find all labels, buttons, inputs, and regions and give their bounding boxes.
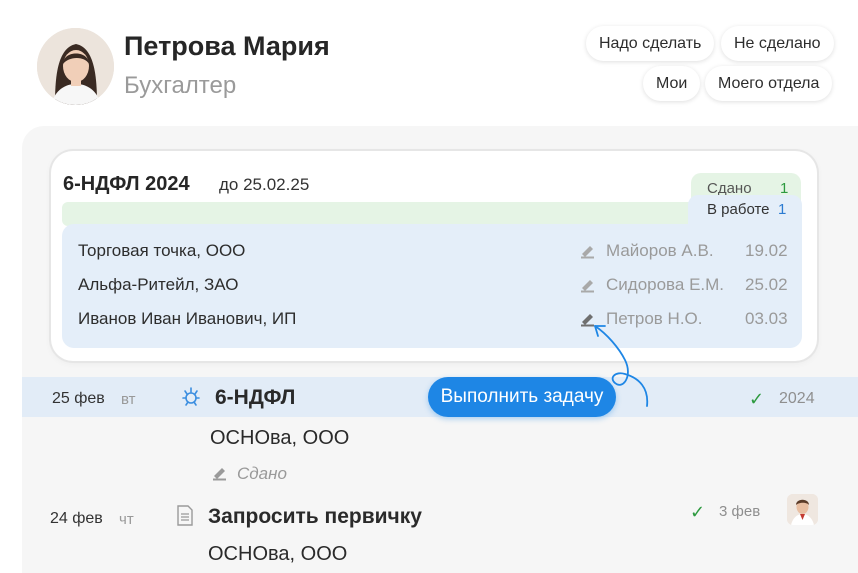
pen-icon <box>581 280 594 293</box>
task-year: 2024 <box>779 390 815 407</box>
report-title: 6-НДФЛ 2024 <box>63 173 190 195</box>
check-icon: ✓ <box>749 389 765 409</box>
task-weekday: чт <box>119 511 134 528</box>
user-avatar[interactable] <box>37 28 114 105</box>
row-person: Сидорова Е.М. <box>606 275 725 294</box>
task-day: 25 фев <box>52 390 105 407</box>
row-org[interactable]: Иванов Иван Иванович, ИП <box>78 309 296 329</box>
document-icon <box>177 505 193 526</box>
task-org: ОСНОва, ООО <box>210 427 350 449</box>
user-name: Петрова Мария <box>124 31 330 61</box>
filter-mine-button[interactable]: Мои <box>643 66 701 101</box>
in-work-count: 1 <box>778 201 787 218</box>
task-title[interactable]: 6-НДФЛ <box>215 386 295 410</box>
task-status: Сдано <box>237 464 287 483</box>
tax-icon <box>182 387 200 406</box>
in-work-label: В работе <box>707 201 770 218</box>
task-weekday: вт <box>121 391 136 408</box>
task-org: ОСНОва, ООО <box>208 543 348 565</box>
task-day: 24 фев <box>50 510 103 527</box>
report-deadline: до 25.02.25 <box>219 175 310 194</box>
row-date: 03.03 <box>745 309 788 328</box>
user-role: Бухгалтер <box>124 72 237 99</box>
pen-icon <box>213 468 226 481</box>
pen-icon <box>581 246 594 259</box>
row-org[interactable]: Торговая точка, ООО <box>78 241 245 261</box>
row-org[interactable]: Альфа-Ритейл, ЗАО <box>78 275 238 295</box>
check-icon: ✓ <box>690 502 706 522</box>
row-date: 25.02 <box>745 275 788 294</box>
filter-not-done-button[interactable]: Не сделано <box>721 26 834 61</box>
row-person: Майоров А.В. <box>606 241 714 260</box>
pointer-arrow-icon <box>594 325 649 407</box>
assignee-avatar[interactable] <box>787 494 818 525</box>
filter-department-button[interactable]: Моего отдела <box>705 66 833 101</box>
row-date: 19.02 <box>745 241 788 260</box>
task-when: 3 фев <box>719 503 761 520</box>
filter-todo-button[interactable]: Надо сделать <box>586 26 715 61</box>
task-title[interactable]: Запросить первичку <box>208 505 422 529</box>
